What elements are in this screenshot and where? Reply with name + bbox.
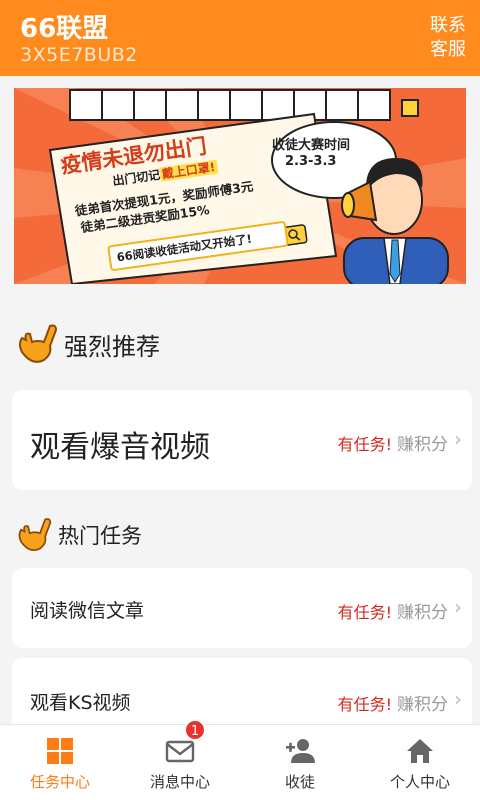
task-name: 观看KS视频 (30, 692, 131, 714)
task-earn-points: 赚积分 (397, 695, 448, 715)
section-hot-header: 热门任务 (14, 516, 142, 552)
task-name: 观看爆音视频 (30, 430, 210, 465)
contact-service-button[interactable]: 联系 客服 (430, 14, 466, 62)
hand-sign-icon (18, 518, 52, 551)
hand-sign-icon (19, 324, 58, 363)
section-recommend-title: 强烈推荐 (64, 333, 160, 361)
home-icon (407, 739, 433, 763)
contact-label-line1: 联系 (430, 15, 466, 36)
chevron-right-icon: › (454, 595, 462, 619)
task-earn-points: 赚积分 (397, 603, 448, 623)
add-user-icon (286, 739, 315, 763)
chevron-right-icon: › (454, 427, 462, 451)
section-recommend-header: 强烈推荐 (14, 322, 160, 364)
task-earn-points: 赚积分 (397, 435, 448, 455)
user-invite-code: 3X5E7BUB2 (20, 44, 138, 66)
app-header: 66联盟 3X5E7BUB2 联系 客服 (0, 0, 480, 76)
contact-label-line2: 客服 (430, 39, 466, 60)
task-name: 阅读微信文章 (30, 600, 145, 622)
banner-bubble-line2: 2.3-3.3 (285, 154, 337, 169)
task-card-recommend[interactable]: 观看爆音视频 有任务! 赚积分 › (12, 390, 472, 490)
mail-icon (165, 740, 195, 763)
bottom-nav: 任务中心 1 消息中心 收徒 个人中心 (0, 719, 480, 800)
task-status: 有任务! (337, 695, 392, 714)
nav-item-message-center[interactable]: 1 消息中心 (120, 719, 240, 800)
nav-label: 消息中心 (149, 773, 210, 791)
grid-icon (47, 738, 73, 764)
nav-label: 个人中心 (389, 773, 450, 791)
nav-label: 收徒 (284, 773, 315, 791)
task-status: 有任务! (337, 435, 392, 454)
nav-item-recruit[interactable]: 收徒 (240, 725, 360, 800)
app-title: 66联盟 (20, 14, 109, 44)
unread-badge: 1 (184, 719, 206, 741)
section-hot-title: 热门任务 (58, 524, 142, 548)
nav-label: 任务中心 (29, 773, 90, 791)
chevron-right-icon: › (454, 687, 462, 711)
nav-item-task-center[interactable]: 任务中心 (0, 725, 120, 800)
banner-bubble-line1: 收徒大赛时间 (272, 138, 351, 153)
nav-item-personal-center[interactable]: 个人中心 (360, 725, 480, 800)
task-card-hot[interactable]: 阅读微信文章 有任务! 赚积分 › (12, 568, 472, 648)
task-status: 有任务! (337, 603, 392, 622)
